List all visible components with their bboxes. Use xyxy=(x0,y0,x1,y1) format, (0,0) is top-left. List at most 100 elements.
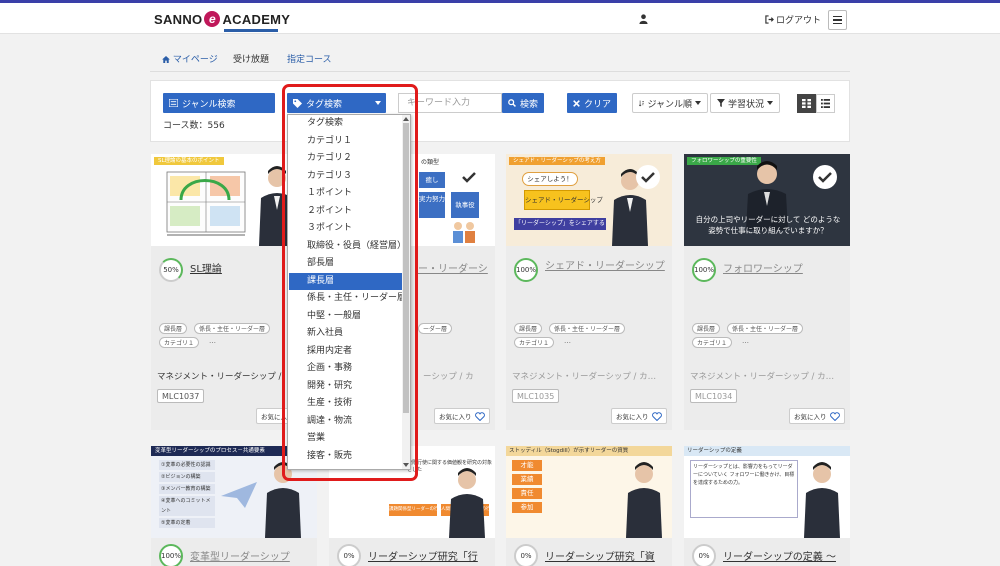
thumb-steps: ①変革の必要性の認識 ②ビジョンの構築 ③メンバー教育の構築 ④変革へのコミット… xyxy=(159,460,215,528)
course-title[interactable]: フォロワーシップ xyxy=(723,260,803,275)
thumb-caption: 「リーダーシップ」をシェアする xyxy=(514,218,606,230)
progress-value: 100% xyxy=(516,266,537,274)
tag-chip[interactable]: 係長・主任・リーダー層 xyxy=(194,323,271,334)
check-icon xyxy=(641,172,655,183)
completed-check xyxy=(457,165,481,189)
tab-unlimited[interactable]: 受け放題 xyxy=(233,52,269,65)
course-card[interactable]: リーダーシップの定義 リーダーシップとは、影響力をもってリーダーについていく フ… xyxy=(684,446,850,566)
thumb-heading: の類型 xyxy=(421,159,440,166)
favorite-button[interactable]: お気に入り xyxy=(611,408,667,424)
heart-icon xyxy=(829,411,840,421)
tag-chip[interactable]: 係長・主任・リーダー層 xyxy=(549,323,626,334)
card-body: 0% リーダーシップの定義 ～ xyxy=(684,538,850,566)
thumb-bubble: シェアしよう！ xyxy=(522,172,578,186)
sort-dropdown[interactable]: ジャンル順 xyxy=(632,93,708,113)
progress-value: 50% xyxy=(163,266,179,274)
status-label: 学習状況 xyxy=(727,99,764,110)
nav-tabs: マイページ 受け放題 指定コース xyxy=(150,40,850,72)
tag-chip[interactable]: 課長層 xyxy=(514,323,543,334)
home-icon xyxy=(162,56,170,63)
card-body: 100% 変革型リーダーシップ xyxy=(151,538,317,566)
thumb-step: ④変革へのコミットメント xyxy=(159,496,215,516)
close-icon xyxy=(573,99,580,107)
thumb-caption: 自分の上司やリーダーに対して どのような姿勢で仕事に取り組んでいますか？ xyxy=(695,215,841,235)
logo[interactable]: SANNO e ACADEMY xyxy=(154,11,290,27)
presenter-image xyxy=(804,462,840,538)
course-card[interactable]: シェアド・リーダーシップの考え方 シェアしよう！ シェアド・リーダーシップ 「リ… xyxy=(506,154,672,430)
tag-chip[interactable]: カテゴリ１ xyxy=(514,337,555,348)
thumb-box: 課題関係型リーダーの行動 xyxy=(389,504,443,516)
thumb-step: ③メンバー教育の構築 xyxy=(159,484,215,494)
favorite-button[interactable]: お気に入り xyxy=(434,408,490,424)
course-title[interactable]: ー・リーダーシ xyxy=(418,260,488,275)
heart-icon xyxy=(651,411,662,421)
progress-ring: 0% xyxy=(692,544,716,566)
tag-chip[interactable]: 課長層 xyxy=(159,323,188,334)
status-dropdown[interactable]: 学習状況 xyxy=(710,93,780,113)
logo-text-post: ACADEMY xyxy=(222,11,291,27)
thumb-step: ①変革の必要性の認識 xyxy=(159,460,215,470)
thumb-text: リーダーシップとは、影響力をもってリーダーについていく フォロワーに働きかけ、目… xyxy=(690,460,798,518)
chevron-down-icon xyxy=(767,101,773,105)
tag-label: カテゴリ１ xyxy=(519,340,550,347)
logout-icon xyxy=(765,15,774,24)
tab-assigned[interactable]: 指定コース xyxy=(287,52,332,65)
course-title[interactable]: SL理論 xyxy=(190,260,222,275)
course-card[interactable]: ストッディル（Stogdill）が示すリーダーの資質 才能 業績 責任 参加 0… xyxy=(506,446,672,566)
search-button[interactable]: 検索 xyxy=(502,93,544,113)
clear-button[interactable]: クリア xyxy=(567,93,617,113)
thumb-word: 癒し xyxy=(419,172,445,188)
hamburger-menu-button[interactable] xyxy=(828,10,847,30)
favorite-label: お気に入り xyxy=(439,413,472,421)
thumb-word: 実力努力 xyxy=(419,192,445,218)
grid-view-button[interactable] xyxy=(797,94,816,113)
menu-line-icon xyxy=(833,22,842,25)
user-icon[interactable] xyxy=(639,14,648,24)
presenter-image xyxy=(449,468,485,538)
list-icon xyxy=(169,99,178,107)
tag-label: 課長層 xyxy=(519,326,538,333)
search-icon xyxy=(508,99,516,107)
tag-chip[interactable]: カテゴリ１ xyxy=(159,337,200,348)
logo-text-pre: SANNO xyxy=(154,11,203,27)
thumb-trait: 才能 xyxy=(512,460,542,471)
tag-label: カテゴリ１ xyxy=(164,340,195,347)
list-view-button[interactable] xyxy=(816,94,835,113)
progress-value: 100% xyxy=(161,552,182,560)
logout-link[interactable]: ログアウト xyxy=(765,13,821,26)
presenter-image xyxy=(626,462,662,538)
progress-ring: 0% xyxy=(337,544,361,566)
course-category: ーシップ / カ xyxy=(423,372,474,382)
thumb-trait: 責任 xyxy=(512,488,542,499)
favorite-label: お気に入り xyxy=(794,413,827,421)
progress-ring: 100% xyxy=(692,258,716,282)
thumb-sign: シェアド・リーダーシップ xyxy=(524,190,603,210)
sort-icon xyxy=(639,100,645,106)
tag-chip[interactable]: 係長・主任・リーダー層 xyxy=(727,323,804,334)
grid-view-icon xyxy=(802,99,811,108)
course-title[interactable]: リーダーシップ研究「資 xyxy=(545,548,655,563)
course-thumbnail: リーダーシップの定義 リーダーシップとは、影響力をもってリーダーについていく フ… xyxy=(684,446,850,538)
tag-label: カテゴリ１ xyxy=(697,340,728,347)
course-title[interactable]: リーダーシップの定義 ～ xyxy=(723,548,836,563)
thumb-heading: シェアド・リーダーシップの考え方 xyxy=(509,157,605,165)
favorite-button[interactable]: お気に入り xyxy=(789,408,845,424)
tag-chip[interactable]: カテゴリ１ xyxy=(692,337,733,348)
more-tags-ellipsis: … xyxy=(209,337,216,345)
course-card[interactable]: フォロワーシップの重要性 自分の上司やリーダーに対して どのような姿勢で仕事に取… xyxy=(684,154,850,430)
progress-ring: 50% xyxy=(159,258,183,282)
tag-chip[interactable]: 課長層 xyxy=(692,323,721,334)
course-code: MLC1034 xyxy=(690,389,738,403)
progress-value: 0% xyxy=(343,552,355,560)
annotation-highlight-box xyxy=(282,84,418,481)
thumb-trait: 参加 xyxy=(512,502,542,513)
clear-label: クリア xyxy=(584,99,612,110)
course-title[interactable]: リーダーシップ研究「行 xyxy=(368,548,478,563)
genre-search-button[interactable]: ジャンル検索 xyxy=(163,93,275,113)
progress-value: 0% xyxy=(520,552,532,560)
course-title[interactable]: シェアド・リーダーシップ xyxy=(545,260,665,273)
tab-mypage[interactable]: マイページ xyxy=(162,52,218,65)
course-title[interactable]: 変革型リーダーシップ xyxy=(190,548,290,563)
card-body: 100% フォロワーシップ 課長層 係長・主任・リーダー層 カテゴリ１ … マネ… xyxy=(684,246,850,430)
tag-chip[interactable]: ーダー層 xyxy=(418,323,453,334)
